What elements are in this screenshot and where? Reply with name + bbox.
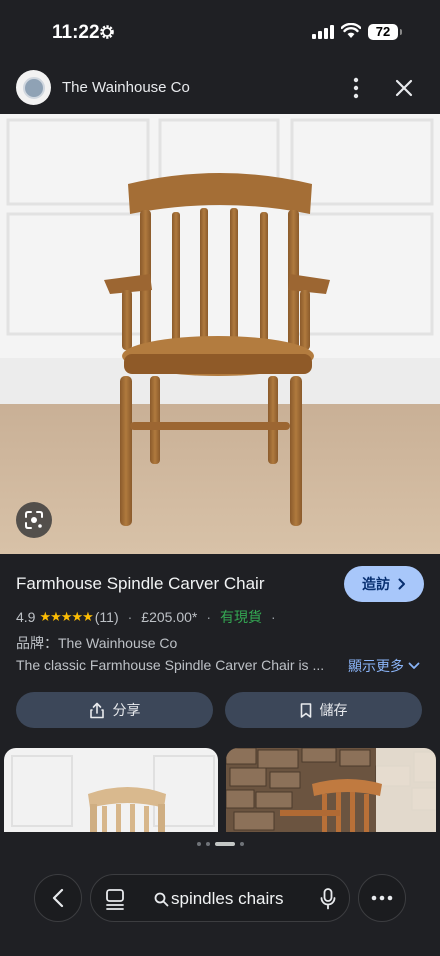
- show-more-label: 顯示更多: [348, 658, 404, 674]
- tabs-icon[interactable]: [105, 888, 125, 910]
- more-menu-button[interactable]: [358, 874, 406, 922]
- related-chair-photo: [4, 748, 218, 832]
- back-icon: [52, 888, 64, 908]
- wifi-icon: [341, 23, 361, 38]
- separator-dot: ·: [271, 609, 276, 625]
- chair-photo: [0, 114, 440, 554]
- save-label: 儲存: [319, 702, 348, 718]
- more-horiz-icon: [371, 895, 393, 901]
- search-icon: [154, 892, 169, 907]
- search-query[interactable]: spindles chairs: [171, 889, 283, 909]
- google-lens-icon: [25, 511, 43, 529]
- show-more-link[interactable]: 顯示更多: [348, 656, 420, 676]
- carousel-dot: [205, 842, 210, 846]
- google-lens-button[interactable]: [16, 502, 52, 538]
- site-name[interactable]: The Wainhouse Co: [62, 79, 190, 96]
- site-logo[interactable]: [16, 70, 51, 105]
- star-rating: ★★★★★: [39, 609, 93, 624]
- save-button[interactable]: 儲存: [225, 692, 422, 728]
- bookmark-icon: [300, 702, 311, 718]
- search-bar[interactable]: spindles chairs: [90, 874, 350, 922]
- settings-gear-icon: [100, 25, 114, 39]
- separator-dot: ·: [206, 609, 212, 625]
- status-time: 11:22: [52, 22, 100, 43]
- chevron-right-icon: [398, 578, 405, 590]
- mic-icon[interactable]: [320, 888, 336, 910]
- carousel-dot: [196, 842, 201, 846]
- carousel-dot: [239, 842, 244, 846]
- product-image[interactable]: [0, 114, 440, 554]
- carousel-dot: [214, 842, 235, 846]
- product-description: The classic Farmhouse Spindle Carver Cha…: [16, 657, 325, 673]
- cellular-signal-icon: [312, 25, 334, 39]
- separator-dot: ·: [127, 609, 133, 625]
- battery-level: 72: [375, 24, 391, 39]
- related-image[interactable]: [226, 748, 436, 832]
- rating-line: 4.9 ★★★★★ (11) · £205.00* · 有現貨 ·: [16, 607, 285, 627]
- close-icon[interactable]: [392, 76, 416, 100]
- price: £205.00*: [141, 609, 198, 625]
- share-button[interactable]: 分享: [16, 692, 213, 728]
- chevron-down-icon: [408, 662, 420, 669]
- status-bar: 11:22 72: [0, 0, 440, 62]
- product-title: Farmhouse Spindle Carver Chair: [16, 574, 265, 593]
- share-label: 分享: [112, 702, 141, 718]
- review-count[interactable]: (11): [95, 609, 119, 625]
- carousel-indicator: [0, 842, 440, 846]
- share-icon: [89, 702, 104, 718]
- related-image[interactable]: [4, 748, 218, 832]
- rating-value: 4.9: [16, 609, 36, 625]
- site-header: The Wainhouse Co: [0, 62, 440, 114]
- more-vert-icon[interactable]: [344, 74, 368, 102]
- site-logo-mark: [22, 76, 45, 99]
- back-button[interactable]: [34, 874, 82, 922]
- battery-icon: 72: [368, 24, 402, 40]
- brand-line: 品牌：The Wainhouse Co: [16, 635, 178, 651]
- visit-label: 造訪: [362, 576, 390, 592]
- visit-button[interactable]: 造訪: [344, 566, 424, 602]
- stock-status: 有現貨: [220, 609, 263, 625]
- related-chair-photo: [226, 748, 436, 832]
